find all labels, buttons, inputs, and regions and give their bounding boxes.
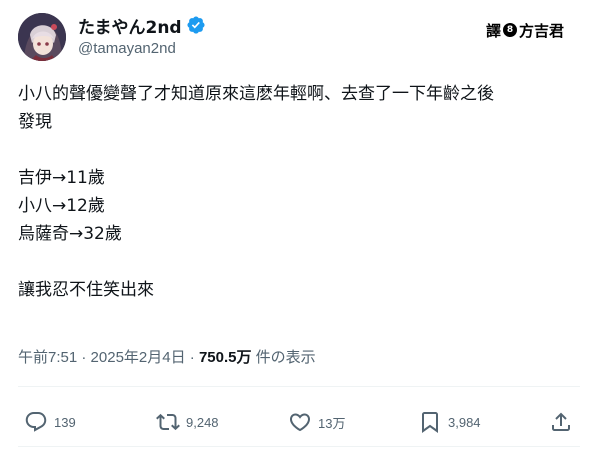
retweet-icon [156,413,180,431]
stamp-text-1: 譯 [486,21,502,40]
stamp-text-2: 方吉君 [519,21,565,40]
like-count: 13万 [318,415,346,431]
verified-badge-icon [186,15,206,35]
author-handle[interactable]: @tamayan2nd [78,40,206,57]
bookmark-count: 3,984 [448,414,481,430]
avatar[interactable] [18,13,66,61]
meta-separator: · [185,349,199,366]
tweet-time[interactable]: 午前7:51 [18,349,77,366]
reply-button[interactable]: 139 [24,404,76,440]
retweet-count: 9,248 [186,414,219,430]
tweet-date[interactable]: 2025年2月4日 [91,349,186,366]
reply-count: 139 [54,414,76,430]
share-icon [552,412,570,431]
display-name[interactable]: たまやん2nd [78,13,182,38]
bookmark-icon [422,412,438,433]
views-label: 件の表示 [251,349,316,366]
tweet-line: 吉伊→11歲 [18,168,105,188]
meta-separator: · [77,349,91,366]
display-name-row: たまやん2nd [78,13,206,38]
reply-icon [25,412,47,432]
share-button[interactable] [549,404,573,440]
retweet-button[interactable]: 9,248 [156,404,219,440]
translator-stamp: 譯 8 方吉君 [486,19,564,41]
anime-character-avatar-icon [18,13,66,61]
tweet-line: 小八→12歲 [18,196,105,216]
heart-icon [289,413,311,432]
author-names: たまやん2nd @tamayan2nd [78,13,206,57]
tweet-line: 小八的聲優變聲了才知道原來這麽年輕啊、去查了一下年齡之後 [18,84,494,104]
tweet-line: 發現 [18,112,52,132]
divider-top [18,386,580,387]
action-bar: 139 9,248 13万 3,984 [0,404,598,440]
tweet-line: 讓我忍不住笑出來 [18,280,154,300]
tweet-line: 烏薩奇→32歲 [18,224,122,244]
stamp-badge: 8 [503,23,518,37]
divider-bottom [18,446,580,447]
bookmark-button[interactable]: 3,984 [418,404,481,440]
tweet-meta: 午前7:51 · 2025年2月4日 · 750.5万 件の表示 [18,346,316,367]
like-button[interactable]: 13万 [288,404,345,440]
tweet-text: 小八的聲優變聲了才知道原來這麽年輕啊、去查了一下年齡之後 發現 吉伊→11歲 小… [18,80,583,304]
view-count[interactable]: 750.5万 [199,349,252,366]
